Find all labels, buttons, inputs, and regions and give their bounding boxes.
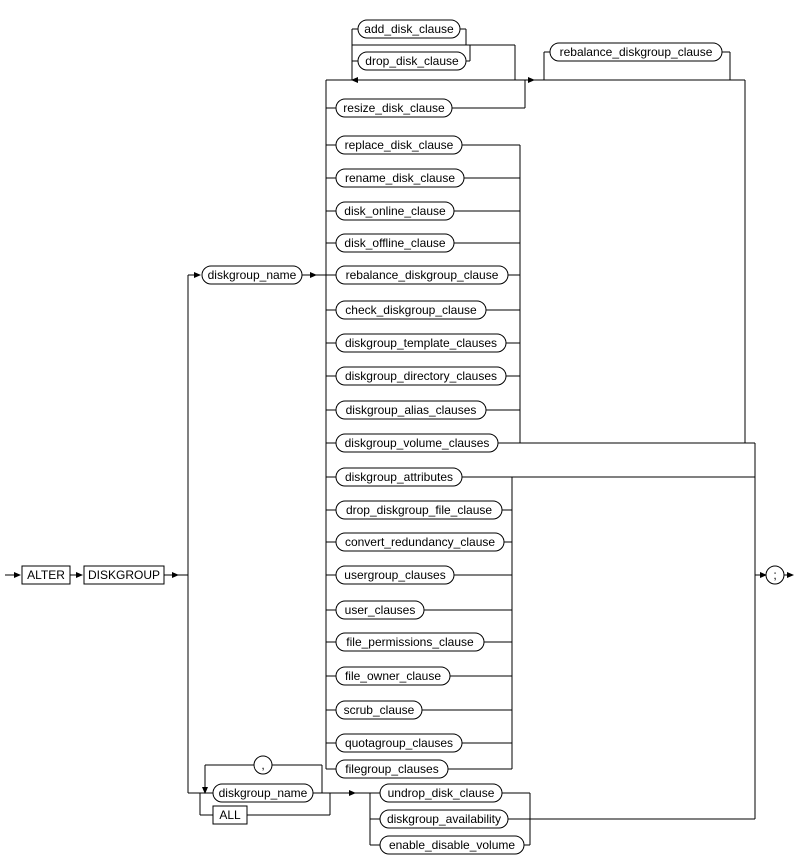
check-diskgroup-clause-text: check_diskgroup_clause xyxy=(345,303,477,317)
resize-disk-clause-text: resize_disk_clause xyxy=(343,101,445,115)
replace-disk-clause-text: replace_disk_clause xyxy=(345,138,454,152)
alter-text: ALTER xyxy=(27,568,65,582)
all-text: ALL xyxy=(219,808,241,822)
diskgroup-attributes-text: diskgroup_attributes xyxy=(345,470,453,484)
rename-disk-clause-text: rename_disk_clause xyxy=(345,171,455,185)
diskgroup-directory-clauses-text: diskgroup_directory_clauses xyxy=(345,369,497,383)
diskgroup-name-text-1: diskgroup_name xyxy=(208,268,297,282)
quotagroup-clauses-text: quotagroup_clauses xyxy=(345,736,453,750)
syntax-diagram: ALTER DISKGROUP diskgroup_name add_disk_… xyxy=(0,0,796,857)
enable-disable-volume-text: enable_disable_volume xyxy=(389,838,515,852)
diskgroup-availability-text: diskgroup_availability xyxy=(387,812,501,826)
disk-online-clause-text: disk_online_clause xyxy=(344,204,446,218)
drop-diskgroup-file-clause-text: drop_diskgroup_file_clause xyxy=(346,503,492,517)
undrop-disk-clause-text: undrop_disk_clause xyxy=(388,786,495,800)
rebalance-diskgroup-clause-text: rebalance_diskgroup_clause xyxy=(346,268,499,282)
file-permissions-clause-text: file_permissions_clause xyxy=(346,635,474,649)
rebalance-diskgroup-clause-top-text: rebalance_diskgroup_clause xyxy=(560,45,713,59)
diskgroup-alias-clauses-text: diskgroup_alias_clauses xyxy=(346,403,477,417)
comma-text: , xyxy=(261,758,264,772)
disk-offline-clause-text: disk_offline_clause xyxy=(344,236,446,250)
semicolon-text: ; xyxy=(773,568,776,582)
file-owner-clause-text: file_owner_clause xyxy=(345,669,441,683)
user-clauses-text: user_clauses xyxy=(345,603,416,617)
add-disk-clause-text: add_disk_clause xyxy=(364,22,454,36)
scrub-clause-text: scrub_clause xyxy=(344,703,415,717)
convert-redundancy-clause-text: convert_redundancy_clause xyxy=(345,535,495,549)
filegroup-clauses-text: filegroup_clauses xyxy=(345,762,438,776)
diskgroup-volume-clauses-text: diskgroup_volume_clauses xyxy=(345,436,490,450)
diskgroup-text: DISKGROUP xyxy=(88,568,160,582)
diskgroup-template-clauses-text: diskgroup_template_clauses xyxy=(345,336,497,350)
usergroup-clauses-text: usergroup_clauses xyxy=(344,568,445,582)
drop-disk-clause-text: drop_disk_clause xyxy=(365,54,459,68)
diskgroup-name-text-2: diskgroup_name xyxy=(219,786,308,800)
